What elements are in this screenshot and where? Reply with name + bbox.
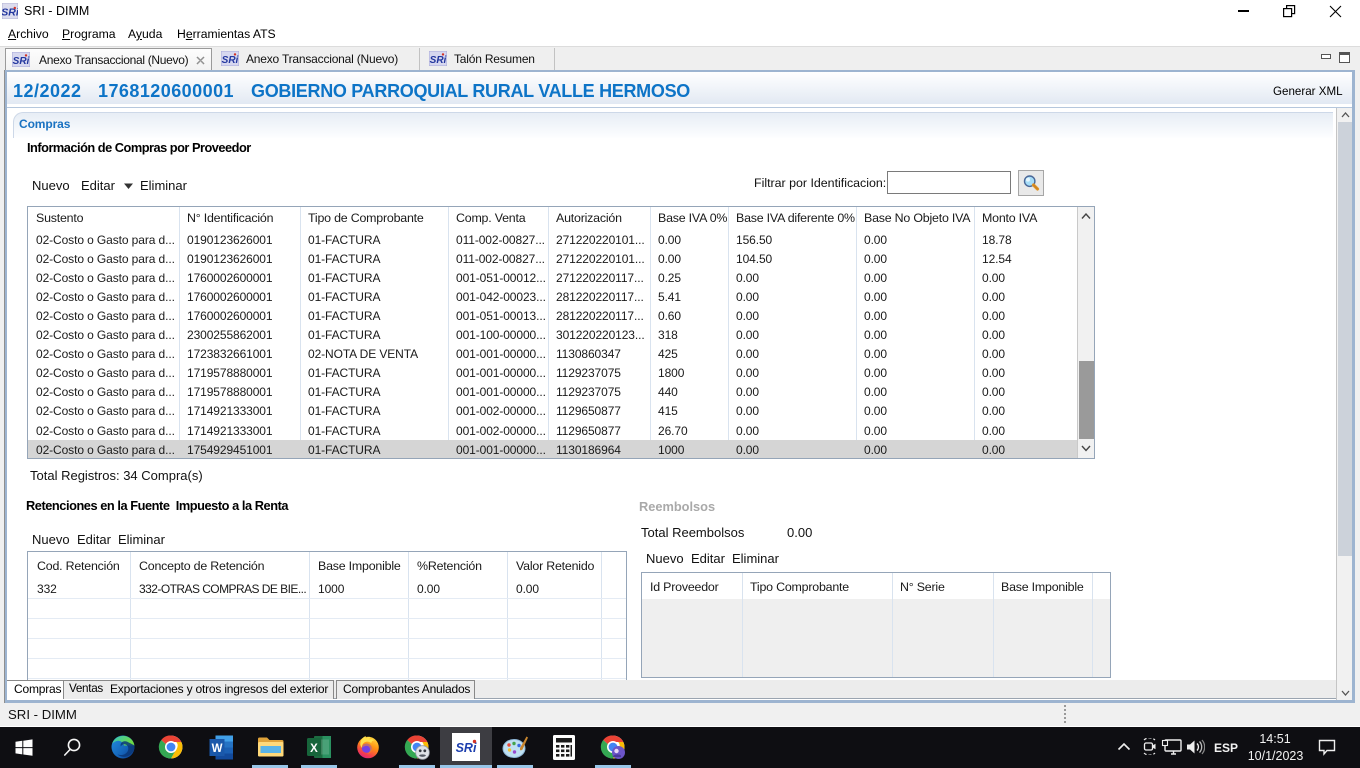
svg-text:SRi: SRi [456, 741, 477, 755]
svg-text:SRi: SRi [430, 55, 447, 66]
svg-text:X: X [310, 743, 318, 755]
svg-text:SRi: SRi [13, 56, 30, 67]
svg-text:SRi: SRi [222, 55, 239, 66]
svg-text:W: W [212, 743, 223, 755]
